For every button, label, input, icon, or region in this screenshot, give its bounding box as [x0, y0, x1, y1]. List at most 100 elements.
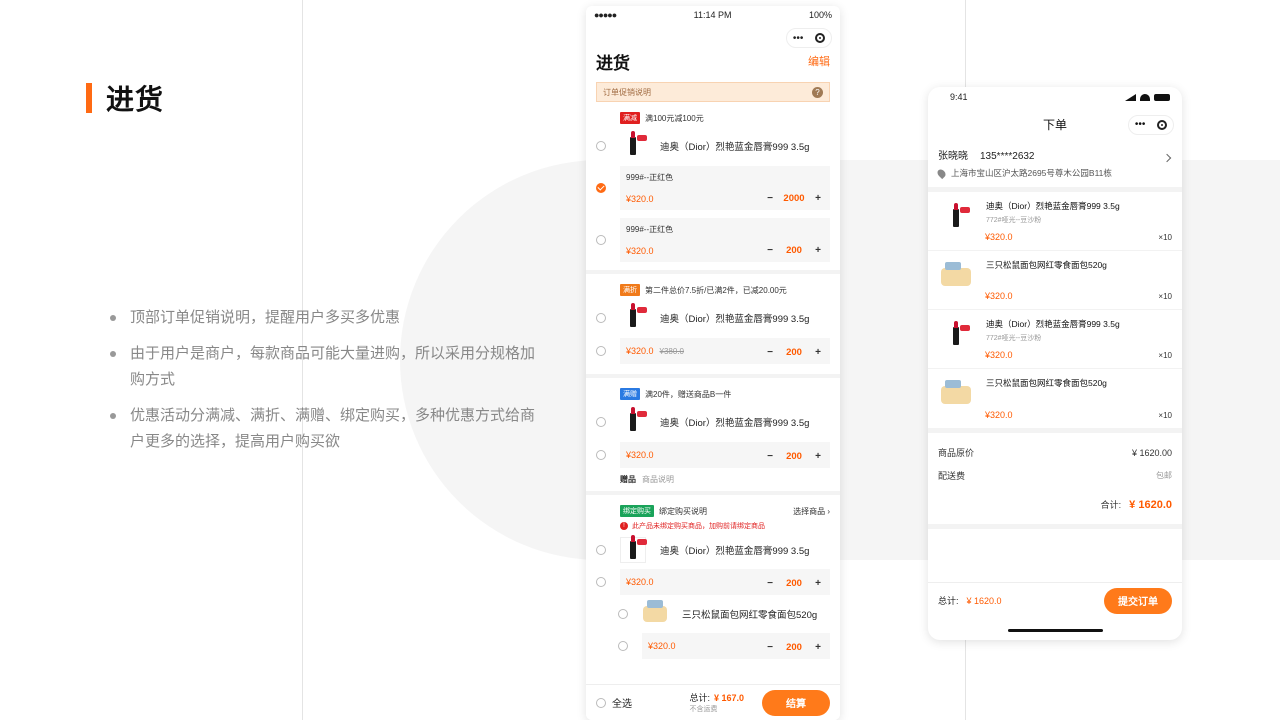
item-spec: 772#哑光--豆沙粉	[986, 217, 1042, 224]
edit-button[interactable]: 编辑	[808, 53, 830, 69]
product-row: 迪奥（Dior）烈艳蓝金唇膏999 3.5g	[596, 402, 830, 442]
spec-checkbox[interactable]	[596, 450, 606, 460]
spec-price-value: ¥320.0	[626, 346, 654, 356]
spec-price: ¥320.0	[626, 577, 654, 587]
cart-header: 进货 编辑	[586, 46, 840, 76]
shipping-note: 不含运费	[689, 706, 718, 713]
address-card[interactable]: 张晓晓 135****2632 上海市宝山区沪太路2695号尊木公园B11栋	[928, 143, 1182, 192]
order-item: 三只松鼠面包网红零食面包520g ¥320.0 ×10	[928, 369, 1182, 428]
minus-button[interactable]: −	[764, 451, 776, 462]
submit-order-button[interactable]: 提交订单	[1104, 587, 1172, 614]
promo-tag-row: 满减 满100元减100元	[596, 110, 830, 126]
home-indicator	[1008, 629, 1103, 632]
order-footer: 总计: ¥ 1620.0 提交订单	[928, 582, 1182, 618]
lipstick-image	[620, 303, 647, 331]
promo-note-bar[interactable]: 订单促销说明 ?	[596, 82, 830, 102]
product-checkbox[interactable]	[618, 609, 628, 619]
order-title: 下单	[1042, 118, 1067, 132]
spec-row: ¥320.0 ¥380.0 − 200 +	[596, 338, 830, 364]
spec-checkbox-checked[interactable]	[596, 183, 606, 193]
plus-button[interactable]: +	[812, 642, 824, 653]
product-checkbox[interactable]	[596, 141, 606, 151]
more-icon[interactable]: •••	[793, 33, 804, 44]
price-summary: 商品原价 ¥ 1620.00 配送费 包邮 合计: ¥ 1620.0	[928, 428, 1182, 529]
item-qty: ×10	[1158, 292, 1172, 301]
promo-tag: 满折	[620, 284, 640, 296]
order-item: 迪奥（Dior）烈艳蓝金唇膏999 3.5g 772#哑光--豆沙粉 ¥320.0…	[928, 192, 1182, 251]
minus-button[interactable]: −	[764, 245, 776, 256]
spec-name: 999#--正红色	[626, 225, 674, 234]
quantity-value[interactable]: 200	[776, 245, 812, 256]
plus-button[interactable]: +	[812, 451, 824, 462]
promo-text: 绑定购买说明	[659, 506, 707, 516]
spec-row: ¥320.0 − 200 +	[596, 633, 830, 659]
promo-text: 满100元减100元	[645, 113, 704, 123]
bundle-warning: ! 此产品未绑定购买商品，加购前请绑定商品	[596, 521, 830, 531]
product-checkbox[interactable]	[596, 417, 606, 427]
select-all-checkbox[interactable]	[596, 697, 606, 708]
quantity-stepper: − 2000 +	[764, 193, 824, 204]
summary-total: 合计: ¥ 1620.0	[938, 493, 1172, 516]
footer-total-label: 总计:	[938, 596, 959, 606]
more-icon[interactable]: •••	[1135, 107, 1146, 143]
spec-checkbox[interactable]	[618, 641, 628, 651]
close-target-icon[interactable]	[815, 33, 826, 43]
battery-icon	[1154, 93, 1170, 101]
sum-total-label: 合计:	[1100, 500, 1122, 510]
shipping-label: 配送费	[938, 471, 966, 481]
quantity-value[interactable]: 200	[776, 642, 812, 653]
promo-section-discount: 满折 第二件总价7.5折/已满2件，已减20.00元 迪奥（Dior）烈艳蓝金唇…	[586, 282, 840, 378]
product-row: 迪奥（Dior）烈艳蓝金唇膏999 3.5g	[596, 531, 830, 569]
footer-total: ¥ 1620.0	[966, 595, 1002, 606]
spec-checkbox[interactable]	[596, 346, 606, 356]
quantity-value[interactable]: 200	[776, 347, 812, 358]
status-bar: 9:41	[928, 87, 1182, 107]
miniapp-capsule[interactable]: •••	[786, 28, 832, 48]
product-row: 迪奥（Dior）烈艳蓝金唇膏999 3.5g	[596, 298, 830, 338]
bread-image	[938, 259, 974, 295]
bullet-item: 由于用户是商户，每款商品可能大量进购，所以采用分规格加购方式	[110, 341, 540, 393]
page-title: 进货	[86, 78, 164, 118]
product-row: 迪奥（Dior）烈艳蓝金唇膏999 3.5g	[596, 126, 830, 166]
minus-button[interactable]: −	[764, 347, 776, 358]
quantity-value[interactable]: 200	[776, 451, 812, 462]
order-title-bar: 下单 •••	[928, 107, 1182, 143]
page-title-text: 进货	[106, 84, 165, 115]
bread-image	[642, 600, 668, 627]
order-item: 三只松鼠面包网红零食面包520g ¥320.0 ×10	[928, 251, 1182, 310]
promo-tag: 满减	[620, 112, 640, 124]
plus-button[interactable]: +	[812, 578, 824, 589]
promo-section-bundle: 绑定购买 绑定购买说明 选择商品 › ! 此产品未绑定购买商品，加购前请绑定商品…	[586, 503, 840, 659]
select-all-label[interactable]: 全选	[612, 695, 632, 710]
spec-checkbox[interactable]	[596, 577, 606, 587]
battery-text: 100%	[808, 10, 832, 20]
close-target-icon[interactable]	[1157, 120, 1168, 130]
gift-note: 商品说明	[642, 475, 674, 484]
promo-tag: 满赠	[620, 388, 640, 400]
minus-button[interactable]: −	[764, 642, 776, 653]
plus-button[interactable]: +	[812, 347, 824, 358]
plus-button[interactable]: +	[812, 245, 824, 256]
spec-checkbox[interactable]	[596, 235, 606, 245]
lipstick-image	[938, 318, 974, 354]
spec-row: ¥320.0 − 200 +	[596, 569, 830, 595]
checkout-button[interactable]: 结算	[762, 689, 830, 716]
item-price: ¥320.0	[985, 291, 1013, 301]
quantity-value[interactable]: 200	[776, 578, 812, 589]
help-icon[interactable]: ?	[812, 86, 823, 98]
warning-text: 此产品未绑定购买商品，加购前请绑定商品	[632, 523, 765, 530]
select-product-link[interactable]: 选择商品 ›	[793, 506, 830, 517]
product-checkbox[interactable]	[596, 313, 606, 323]
warning-icon: !	[620, 522, 628, 530]
minus-button[interactable]: −	[764, 193, 776, 204]
quantity-value[interactable]: 2000	[776, 193, 812, 204]
spec-card: 999#--正红色 ¥320.0 − 2000 +	[620, 166, 830, 210]
product-name: 迪奥（Dior）烈艳蓝金唇膏999 3.5g	[660, 418, 810, 429]
plus-button[interactable]: +	[812, 193, 824, 204]
product-checkbox[interactable]	[596, 545, 606, 555]
spec-price: ¥320.0	[648, 641, 676, 651]
miniapp-capsule[interactable]: •••	[1128, 115, 1174, 135]
promo-tag-row: 绑定购买 绑定购买说明 选择商品 ›	[596, 503, 830, 519]
lipstick-image	[938, 200, 974, 236]
minus-button[interactable]: −	[764, 578, 776, 589]
